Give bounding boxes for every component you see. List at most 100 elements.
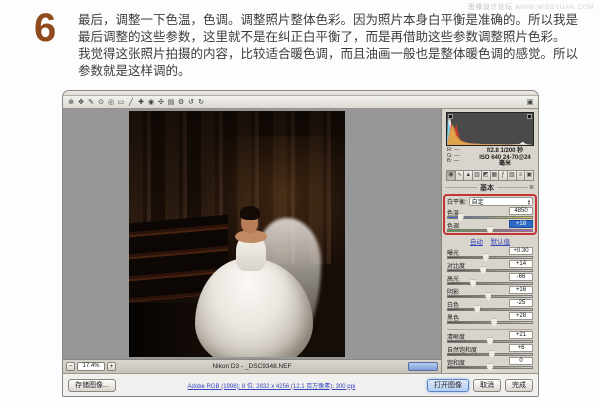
slider-whites: 白色 -25 bbox=[447, 298, 533, 314]
cancel-button[interactable]: 取消 bbox=[473, 378, 501, 392]
slider-track[interactable] bbox=[447, 213, 533, 222]
done-button[interactable]: 完成 bbox=[505, 378, 533, 392]
preferences-tool-icon[interactable]: ⚙ bbox=[176, 97, 186, 108]
step-description: 最后，调整一下色温，色调。调整照片整体色彩。因为照片本身白平衡是准确的。所以我是… bbox=[78, 12, 586, 80]
slider-track[interactable] bbox=[447, 279, 533, 288]
step-paragraph-1: 最后，调整一下色温，色调。调整照片整体色彩。因为照片本身白平衡是准确的。所以我是… bbox=[78, 13, 579, 44]
slider-saturation: 饱和度 0 bbox=[447, 356, 533, 372]
adjustment-brush-tool-icon[interactable]: ✣ bbox=[156, 97, 166, 108]
slider-vibrance: 自然饱和度 +6 bbox=[447, 343, 533, 359]
open-image-button[interactable]: 打开图像 bbox=[427, 378, 469, 392]
slider-value-box[interactable]: +0.30 bbox=[509, 246, 533, 255]
graduated-filter-tool-icon[interactable]: ▤ bbox=[166, 97, 176, 108]
slider-value-box[interactable]: -66 bbox=[509, 272, 533, 281]
slider-value-box[interactable]: -25 bbox=[509, 298, 533, 307]
tab-lens-corrections[interactable]: ▦ bbox=[490, 169, 500, 181]
white-balance-label: 白平衡: bbox=[447, 200, 467, 206]
highlight-clipping-indicator[interactable] bbox=[527, 114, 532, 119]
preview-canvas[interactable] bbox=[63, 109, 441, 359]
default-link[interactable]: 默认值 bbox=[491, 239, 511, 246]
basic-panel-body: 白平衡: 自定 ▲ ▼ 色温 4850 色调 +18 自动 默认值 曝光 +0.… bbox=[442, 193, 538, 372]
white-balance-tool-icon[interactable]: ✎ bbox=[86, 97, 96, 108]
image-filename: Nikon D3 - _DSC9348.NEF bbox=[212, 363, 292, 370]
slider-value-box[interactable]: +28 bbox=[509, 311, 533, 320]
red-eye-tool-icon[interactable]: ◉ bbox=[146, 97, 156, 108]
slider-track[interactable] bbox=[447, 266, 533, 275]
slider-clarity: 清晰度 +21 bbox=[447, 330, 533, 346]
slider-value-box[interactable]: +16 bbox=[509, 285, 533, 294]
slider-track[interactable] bbox=[447, 363, 533, 372]
slider-track[interactable] bbox=[447, 337, 533, 346]
straighten-tool-icon[interactable]: ╱ bbox=[126, 97, 136, 108]
slider-value-box[interactable]: +18 bbox=[509, 219, 533, 228]
auto-link[interactable]: 自动 bbox=[470, 239, 483, 246]
slider-track[interactable] bbox=[447, 318, 533, 327]
spot-removal-tool-icon[interactable]: ✚ bbox=[136, 97, 146, 108]
slider-exposure: 曝光 +0.30 bbox=[447, 246, 533, 262]
slider-handle[interactable] bbox=[487, 363, 493, 372]
zoom-tool-icon[interactable]: ⊕ bbox=[66, 97, 76, 108]
step-number: 6 bbox=[34, 6, 57, 50]
tab-basic[interactable]: ◉ bbox=[446, 169, 456, 181]
save-image-button[interactable]: 存储图像... bbox=[68, 378, 116, 392]
tab-hsl-grayscale[interactable]: ▥ bbox=[473, 169, 482, 181]
photo-bride bbox=[189, 206, 323, 357]
slider-shadows: 阴影 +16 bbox=[447, 285, 533, 301]
rgb-line: B: — bbox=[447, 158, 460, 164]
slider-track[interactable] bbox=[447, 350, 533, 359]
slider-value-box[interactable]: +6 bbox=[509, 343, 533, 352]
targeted-adjustment-tool-icon[interactable]: ◎ bbox=[106, 97, 116, 108]
slider-track[interactable] bbox=[447, 253, 533, 262]
color-sampler-tool-icon[interactable]: ⊙ bbox=[96, 97, 106, 108]
tab-tone-curve[interactable]: ∿ bbox=[455, 169, 465, 181]
slider-value-box[interactable]: 0 bbox=[509, 356, 533, 365]
watermark-url: WWW.MISSYUAN.COM bbox=[515, 4, 594, 11]
slider-track[interactable] bbox=[447, 305, 533, 314]
slider-tint: 色调 +18 bbox=[447, 219, 533, 235]
acr-toolbar: ⊕ ✥ ✎ ⊙ ◎ ▭ ╱ ✚ ◉ ✣ ▤ ⚙ ↺ ↻ ▣ bbox=[63, 96, 538, 109]
slider-handle[interactable] bbox=[491, 318, 498, 327]
status-highlight-control[interactable] bbox=[408, 362, 438, 371]
slider-value-box[interactable]: +21 bbox=[509, 330, 533, 339]
zoom-in-button[interactable]: + bbox=[107, 362, 116, 371]
slider-handle[interactable] bbox=[487, 226, 493, 235]
zoom-level-select[interactable]: 17.4% bbox=[77, 362, 105, 371]
slider-temperature: 色温 4850 bbox=[447, 206, 533, 222]
slider-track[interactable] bbox=[447, 226, 533, 235]
tab-detail[interactable]: ▲ bbox=[464, 169, 474, 181]
tab-presets[interactable]: ≡ bbox=[516, 169, 526, 181]
watermark-site: 思缘设计论坛 bbox=[467, 4, 513, 11]
panel-header: 基本 ≣ bbox=[446, 183, 534, 193]
crop-tool-icon[interactable]: ▭ bbox=[116, 97, 126, 108]
slider-contrast: 对比度 +14 bbox=[447, 259, 533, 275]
hand-tool-icon[interactable]: ✥ bbox=[76, 97, 86, 108]
white-balance-row: 白平衡: 自定 ▲ ▼ bbox=[447, 197, 533, 207]
exif-info: R: — G: — B: — f/2.8 1/200 秒 ISO 640 24-70… bbox=[442, 146, 538, 169]
rotate-right-tool-icon[interactable]: ↻ bbox=[196, 97, 206, 108]
tutorial-page: 思缘设计论坛 WWW.MISSYUAN.COM 6 最后，调整一下色温，色调。调… bbox=[0, 0, 600, 408]
slider-highlights: 高光 -66 bbox=[447, 272, 533, 288]
slider-track[interactable] bbox=[447, 292, 533, 301]
zoom-out-button[interactable]: − bbox=[66, 362, 75, 371]
white-balance-value: 自定 bbox=[471, 200, 484, 206]
dialog-bottom-bar: 存储图像... Adobe RGB (1998); 8 位; 2832 x 42… bbox=[63, 373, 538, 396]
tab-camera-calibration[interactable]: ▧ bbox=[507, 169, 517, 181]
panel-title: 基本 bbox=[479, 184, 494, 192]
tab-snapshots[interactable]: ▣ bbox=[525, 169, 535, 181]
rotate-left-tool-icon[interactable]: ↺ bbox=[186, 97, 196, 108]
shadow-clipping-indicator[interactable] bbox=[448, 114, 453, 119]
panel-menu-icon[interactable]: ≣ bbox=[528, 184, 534, 191]
white-balance-select[interactable]: 自定 ▲ ▼ bbox=[468, 197, 533, 206]
tab-effects[interactable]: ƒ bbox=[499, 169, 508, 181]
watermark: 思缘设计论坛 WWW.MISSYUAN.COM bbox=[468, 2, 594, 12]
rgb-readout: R: — G: — B: — bbox=[447, 147, 477, 168]
slider-value-box[interactable]: 4850 bbox=[509, 206, 533, 215]
photo-bride-hair bbox=[239, 206, 260, 220]
slider-value-box[interactable]: +14 bbox=[509, 259, 533, 268]
workflow-options-link[interactable]: Adobe RGB (1998); 8 位; 2832 x 4256 (12.1… bbox=[120, 381, 423, 390]
auto-default-links: 自动 默认值 bbox=[447, 236, 533, 246]
fullscreen-toggle-icon[interactable]: ▣ bbox=[525, 97, 535, 108]
tab-split-toning[interactable]: ◩ bbox=[481, 169, 491, 181]
acr-main: − 17.4% + Nikon D3 - _DSC9348.NEF R: — G… bbox=[63, 109, 538, 373]
photo-preview[interactable] bbox=[129, 111, 345, 357]
